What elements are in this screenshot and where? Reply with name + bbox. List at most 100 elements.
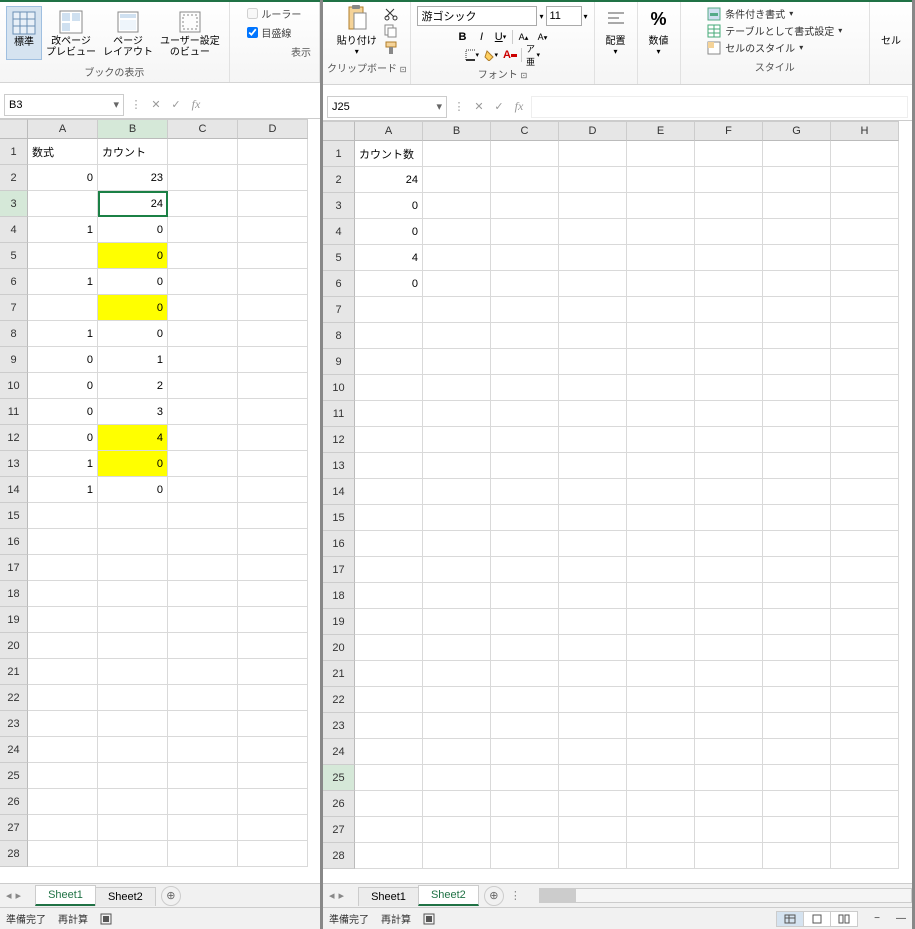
cell[interactable] bbox=[559, 349, 627, 375]
cell[interactable] bbox=[627, 635, 695, 661]
cell[interactable] bbox=[695, 739, 763, 765]
row-header[interactable]: 12 bbox=[0, 425, 28, 451]
cell[interactable]: 0 bbox=[98, 295, 168, 321]
cell[interactable] bbox=[238, 815, 308, 841]
cell[interactable] bbox=[763, 713, 831, 739]
row-header[interactable]: 23 bbox=[323, 713, 355, 739]
cell[interactable] bbox=[423, 219, 491, 245]
cell[interactable]: 3 bbox=[98, 399, 168, 425]
cell[interactable] bbox=[763, 791, 831, 817]
phonetic-icon[interactable]: ア亜▾ bbox=[525, 47, 541, 63]
cell[interactable]: 0 bbox=[355, 271, 423, 297]
cell[interactable] bbox=[423, 687, 491, 713]
row-header[interactable]: 2 bbox=[0, 165, 28, 191]
cell[interactable] bbox=[559, 297, 627, 323]
view-pagelayout-button[interactable]: ページ レイアウト bbox=[100, 6, 156, 60]
cell[interactable] bbox=[28, 555, 98, 581]
cell[interactable] bbox=[168, 711, 238, 737]
cell[interactable] bbox=[491, 817, 559, 843]
cell[interactable] bbox=[695, 401, 763, 427]
cell[interactable] bbox=[491, 505, 559, 531]
cell[interactable] bbox=[831, 583, 899, 609]
cell[interactable] bbox=[238, 607, 308, 633]
cell[interactable] bbox=[559, 427, 627, 453]
column-header[interactable]: E bbox=[627, 121, 695, 141]
cell[interactable] bbox=[831, 661, 899, 687]
cell[interactable] bbox=[763, 219, 831, 245]
check-ruler[interactable]: ルーラー bbox=[247, 6, 301, 21]
cell[interactable] bbox=[355, 375, 423, 401]
cell[interactable] bbox=[355, 401, 423, 427]
decrease-font-icon[interactable]: A▾ bbox=[535, 29, 551, 45]
cell[interactable] bbox=[355, 323, 423, 349]
cell[interactable]: 4 bbox=[98, 425, 168, 451]
cell[interactable] bbox=[238, 581, 308, 607]
cell[interactable] bbox=[559, 479, 627, 505]
cell[interactable] bbox=[98, 815, 168, 841]
cell[interactable]: 1 bbox=[28, 321, 98, 347]
cell[interactable] bbox=[831, 193, 899, 219]
cell[interactable] bbox=[491, 661, 559, 687]
cell[interactable] bbox=[831, 843, 899, 869]
sheet-tab-sheet2[interactable]: Sheet2 bbox=[418, 885, 479, 906]
cell[interactable] bbox=[627, 531, 695, 557]
cell[interactable] bbox=[28, 737, 98, 763]
cell[interactable] bbox=[559, 817, 627, 843]
cell[interactable] bbox=[491, 167, 559, 193]
cell[interactable] bbox=[627, 427, 695, 453]
tab-nav-first-icon[interactable]: ◂ bbox=[329, 889, 335, 902]
cell[interactable] bbox=[763, 817, 831, 843]
cell[interactable] bbox=[695, 505, 763, 531]
cell[interactable] bbox=[238, 659, 308, 685]
cell[interactable] bbox=[559, 505, 627, 531]
fill-color-icon[interactable]: ▾ bbox=[483, 47, 499, 63]
cell[interactable]: 0 bbox=[28, 373, 98, 399]
enter-icon[interactable]: ✓ bbox=[491, 99, 507, 115]
cell[interactable] bbox=[627, 765, 695, 791]
cell[interactable]: 0 bbox=[98, 477, 168, 503]
cell[interactable] bbox=[695, 323, 763, 349]
cell[interactable] bbox=[831, 609, 899, 635]
cell[interactable] bbox=[627, 401, 695, 427]
row-header[interactable]: 11 bbox=[0, 399, 28, 425]
cell[interactable] bbox=[627, 453, 695, 479]
column-header[interactable]: H bbox=[831, 121, 899, 141]
cell[interactable]: 24 bbox=[98, 191, 168, 217]
cell[interactable] bbox=[355, 427, 423, 453]
column-header[interactable]: A bbox=[355, 121, 423, 141]
cut-icon[interactable] bbox=[383, 6, 399, 22]
cell[interactable] bbox=[695, 453, 763, 479]
cell[interactable] bbox=[695, 245, 763, 271]
cell[interactable] bbox=[559, 219, 627, 245]
cell[interactable] bbox=[695, 661, 763, 687]
cell[interactable] bbox=[627, 791, 695, 817]
italic-icon[interactable]: I bbox=[474, 29, 490, 45]
column-header[interactable]: A bbox=[28, 119, 98, 139]
cell[interactable]: 1 bbox=[28, 451, 98, 477]
cell[interactable] bbox=[559, 583, 627, 609]
cell[interactable] bbox=[98, 711, 168, 737]
formula-input[interactable] bbox=[531, 96, 908, 118]
cell[interactable] bbox=[491, 323, 559, 349]
cell[interactable] bbox=[238, 763, 308, 789]
cell[interactable] bbox=[831, 271, 899, 297]
cell[interactable] bbox=[491, 583, 559, 609]
cell[interactable] bbox=[627, 193, 695, 219]
cell[interactable] bbox=[238, 399, 308, 425]
sheet-tab-sheet1[interactable]: Sheet1 bbox=[358, 887, 419, 906]
cell[interactable] bbox=[98, 737, 168, 763]
row-header[interactable]: 21 bbox=[0, 659, 28, 685]
cell[interactable] bbox=[491, 479, 559, 505]
cell[interactable] bbox=[168, 633, 238, 659]
dropdown-icon[interactable]: ▾ bbox=[584, 12, 588, 21]
row-header[interactable]: 20 bbox=[323, 635, 355, 661]
cell[interactable] bbox=[695, 531, 763, 557]
column-header[interactable]: G bbox=[763, 121, 831, 141]
cell[interactable] bbox=[168, 529, 238, 555]
cell[interactable] bbox=[695, 765, 763, 791]
cell[interactable] bbox=[627, 583, 695, 609]
cell[interactable] bbox=[238, 841, 308, 867]
view-custom-button[interactable]: ユーザー設定 のビュー bbox=[157, 6, 223, 60]
cell[interactable] bbox=[168, 269, 238, 295]
cell[interactable] bbox=[627, 739, 695, 765]
